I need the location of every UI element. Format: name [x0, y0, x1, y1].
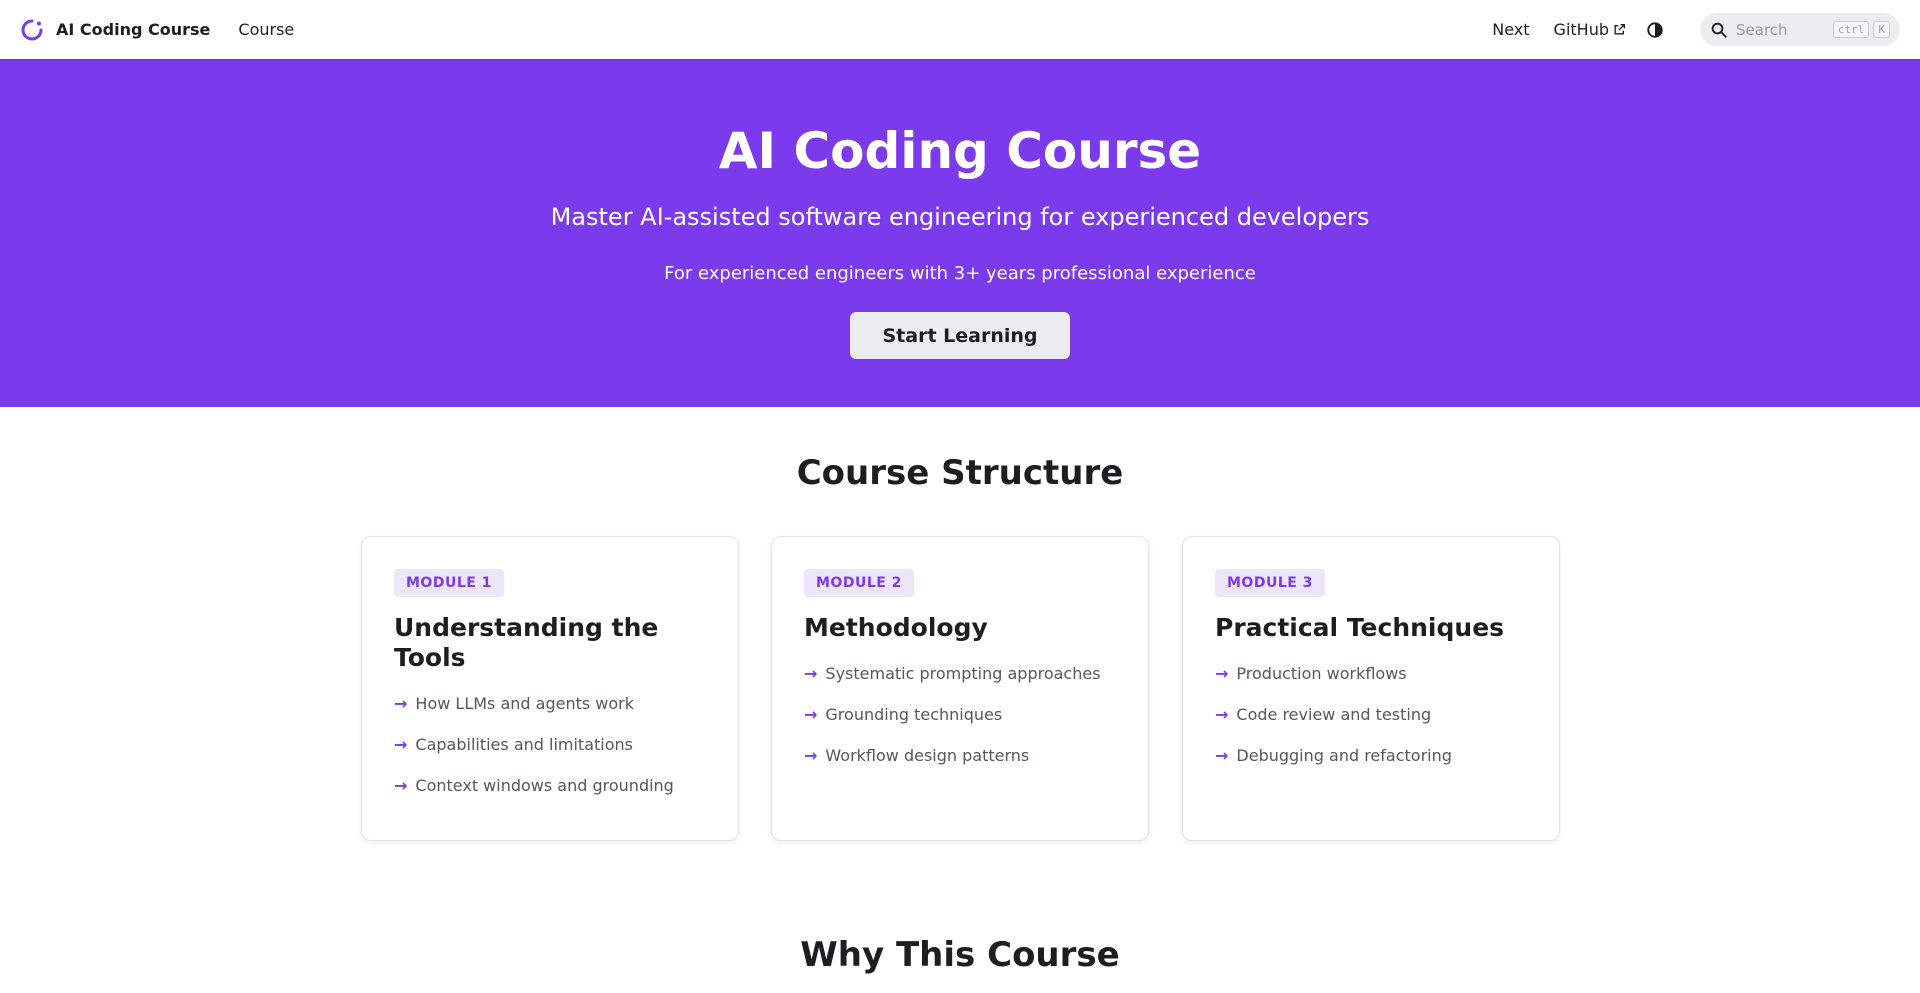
arrow-right-icon: →	[804, 746, 818, 765]
module-topic-list: → Systematic prompting approaches → Ground…	[804, 653, 1116, 776]
list-item: → Debugging and refactoring	[1215, 735, 1527, 776]
list-item: → Systematic prompting approaches	[804, 653, 1116, 694]
arrow-right-icon: →	[804, 705, 818, 724]
nav-github-link[interactable]: GitHub	[1554, 20, 1626, 39]
module-badge: MODULE 3	[1215, 569, 1325, 597]
module-card: MODULE 2 Methodology → Systematic prompti…	[771, 536, 1149, 841]
topic-label: Workflow design patterns	[825, 746, 1030, 765]
list-item: → How LLMs and agents work	[394, 683, 706, 724]
search-shortcut-ctrl: ctrl	[1832, 21, 1870, 38]
list-item: → Production workflows	[1215, 653, 1527, 694]
arrow-right-icon: →	[394, 694, 408, 713]
topic-label: Systematic prompting approaches	[825, 664, 1101, 683]
topic-label: How LLMs and agents work	[415, 694, 634, 713]
external-link-icon	[1614, 23, 1626, 35]
module-card: MODULE 3 Practical Techniques → Productio…	[1182, 536, 1560, 841]
module-badge: MODULE 1	[394, 569, 504, 597]
topic-label: Code review and testing	[1236, 705, 1432, 724]
module-title: Practical Techniques	[1215, 613, 1505, 642]
topic-label: Production workflows	[1236, 664, 1407, 683]
arrow-right-icon: →	[1215, 664, 1229, 683]
logo-icon	[21, 19, 43, 40]
arrow-right-icon: →	[394, 735, 408, 754]
course-structure-heading: Course Structure	[796, 453, 1124, 493]
start-learning-button[interactable]: Start Learning	[850, 312, 1070, 359]
list-item: → Grounding techniques	[804, 694, 1116, 735]
github-label: GitHub	[1553, 20, 1609, 39]
theme-toggle-button[interactable]	[1644, 19, 1666, 41]
arrow-right-icon: →	[1215, 705, 1229, 724]
list-item: → Workflow design patterns	[804, 735, 1116, 776]
module-card: MODULE 1 Understanding the Tools → How LL…	[361, 536, 739, 841]
search-button[interactable]: Search ctrl K	[1700, 13, 1900, 46]
topic-label: Grounding techniques	[825, 705, 1003, 724]
arrow-right-icon: →	[1215, 746, 1229, 765]
nav-next-link[interactable]: Next	[1492, 20, 1529, 39]
hero-note: For experienced engineers with 3+ years …	[664, 263, 1256, 284]
search-icon	[1711, 22, 1727, 38]
hero-title: AI Coding Course	[718, 122, 1202, 180]
nav-right: Next GitHub Search ctrl K	[1468, 13, 1900, 46]
arrow-right-icon: →	[394, 776, 408, 795]
navbar: AI Coding Course Course Next GitHub Sear…	[0, 0, 1920, 59]
module-topic-list: → How LLMs and agents work → Capabilities …	[394, 683, 706, 806]
topic-label: Context windows and grounding	[415, 776, 674, 795]
search-placeholder: Search	[1736, 20, 1788, 39]
search-shortcut-k: K	[1873, 21, 1890, 38]
brand-link[interactable]: AI Coding Course	[20, 18, 210, 42]
module-badge: MODULE 2	[804, 569, 914, 597]
arrow-right-icon: →	[804, 664, 818, 683]
list-item: → Code review and testing	[1215, 694, 1527, 735]
module-title: Understanding the Tools	[394, 613, 659, 672]
topic-label: Debugging and refactoring	[1236, 746, 1452, 765]
hero-subtitle: Master AI-assisted software engineering …	[550, 203, 1370, 231]
brand-title: AI Coding Course	[56, 20, 211, 39]
hero-banner: AI Coding Course Master AI-assisted soft…	[0, 59, 1920, 407]
list-item: → Context windows and grounding	[394, 765, 706, 806]
module-title: Methodology	[804, 613, 988, 642]
module-topic-list: → Production workflows → Code review and t…	[1215, 653, 1527, 776]
nav-course-link[interactable]: Course	[238, 20, 294, 39]
why-this-course-heading: Why This Course	[800, 935, 1120, 975]
list-item: → Capabilities and limitations	[394, 724, 706, 765]
theme-toggle-icon	[1647, 21, 1663, 38]
topic-label: Capabilities and limitations	[415, 735, 633, 754]
